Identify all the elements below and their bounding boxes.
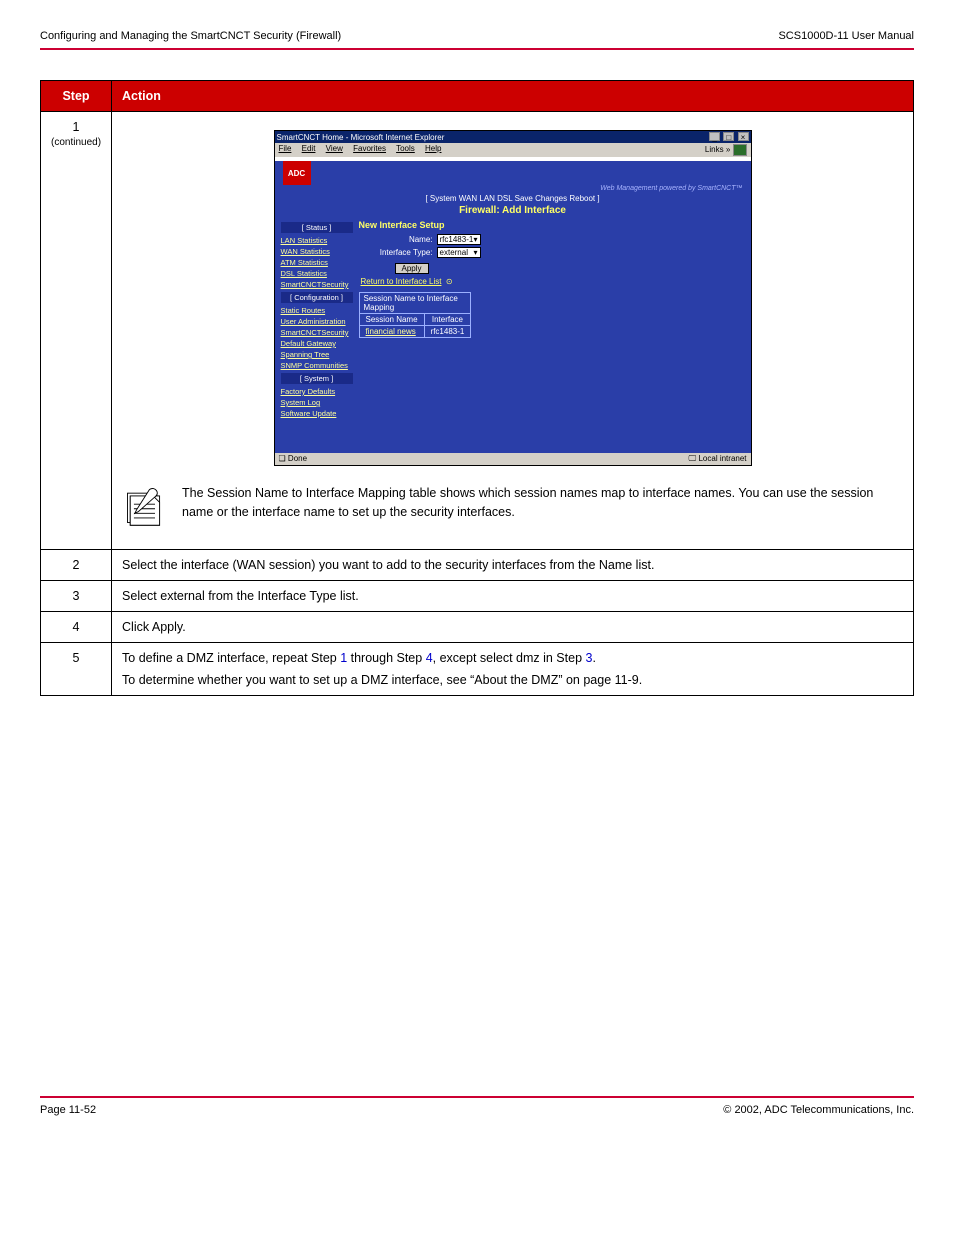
done-icon: ❏ [279, 454, 286, 463]
header-right: SCS1000D-11 User Manual [778, 30, 914, 42]
sidebar-item-syslog[interactable]: System Log [281, 397, 353, 408]
return-link[interactable]: Return to Interface List [361, 277, 442, 286]
minimize-icon[interactable]: _ [709, 132, 720, 141]
footer-left: Page 11-52 [40, 1104, 96, 1116]
step-action: Select external from the Interface Type … [112, 581, 914, 612]
step-action: To define a DMZ interface, repeat Step 1… [112, 643, 914, 696]
procedure-table: Step Action 1 (continued) SmartCNCT Home… [40, 80, 914, 696]
step-number: 4 [41, 612, 112, 643]
col-step: Step [41, 81, 112, 112]
top-nav[interactable]: [ System WAN LAN DSL Save Changes Reboot… [275, 194, 751, 203]
window-title: SmartCNCT Home - Microsoft Internet Expl… [277, 133, 445, 142]
step-action: Click Apply. [112, 612, 914, 643]
mapping-caption: Session Name to Interface Mapping [359, 292, 472, 313]
mapping-h1: Session Name [359, 314, 424, 326]
step-number: 1 (continued) [41, 112, 112, 550]
chevron-down-icon: ▾ [474, 235, 478, 244]
mapping-session[interactable]: financial news [359, 326, 424, 338]
note-icon [122, 484, 170, 531]
go-icon[interactable] [733, 144, 747, 156]
tagline: Web Management powered by SmartCNCT™ [275, 185, 751, 192]
page-header: Configuring and Managing the SmartCNCT S… [40, 0, 914, 50]
note-text: The Session Name to Interface Mapping ta… [182, 484, 903, 522]
menu-file[interactable]: File [279, 144, 292, 153]
apply-button[interactable]: Apply [395, 263, 429, 274]
sidebar-item-snmp[interactable]: SNMP Communities [281, 360, 353, 371]
sidebar-item-defgw[interactable]: Default Gateway [281, 338, 353, 349]
menu-favorites[interactable]: Favorites [353, 144, 386, 153]
zone-icon: 🖵 [689, 454, 697, 463]
iftype-select[interactable]: external▾ [437, 247, 481, 258]
step-number: 3 [41, 581, 112, 612]
close-icon[interactable]: × [738, 132, 749, 141]
name-label: Name: [359, 235, 437, 244]
step-action: SmartCNCT Home - Microsoft Internet Expl… [112, 112, 914, 550]
sidebar-item-lanstats[interactable]: LAN Statistics [281, 235, 353, 246]
page-content: ADC Web Management powered by SmartCNCT™… [275, 161, 751, 453]
status-done: Done [288, 454, 307, 463]
step-action: Select the interface (WAN session) you w… [112, 550, 914, 581]
page-title: Firewall: Add Interface [275, 205, 751, 216]
note-block: The Session Name to Interface Mapping ta… [122, 484, 903, 531]
step-number: 5 [41, 643, 112, 696]
row-name: Name: rfc1483-1▾ [359, 234, 745, 245]
table-row: 2 Select the interface (WAN session) you… [41, 550, 914, 581]
table-row: 5 To define a DMZ interface, repeat Step… [41, 643, 914, 696]
menu-edit[interactable]: Edit [302, 144, 316, 153]
sidebar-item-swupdate[interactable]: Software Update [281, 408, 353, 419]
browser-screenshot: SmartCNCT Home - Microsoft Internet Expl… [274, 130, 752, 466]
adc-logo: ADC [283, 161, 311, 185]
panel-heading: New Interface Setup [359, 220, 745, 230]
table-header-row: Step Action [41, 81, 914, 112]
sidebar-item-dslstats[interactable]: DSL Statistics [281, 268, 353, 279]
chevron-down-icon: ▾ [474, 248, 478, 257]
row-iftype: Interface Type: external▾ [359, 247, 745, 258]
sidebar-item-spanning[interactable]: Spanning Tree [281, 349, 353, 360]
mapping-h2: Interface [424, 314, 471, 326]
mapping-interface: rfc1483-1 [424, 326, 471, 338]
page-footer: Page 11-52 © 2002, ADC Telecommunication… [40, 1096, 914, 1146]
browser-statusbar: ❏ Done 🖵 Local intranet [275, 453, 751, 465]
menu-tools[interactable]: Tools [396, 144, 415, 153]
footer-right: © 2002, ADC Telecommunications, Inc. [723, 1104, 914, 1116]
sidebar-item-staticroutes[interactable]: Static Routes [281, 305, 353, 316]
main-panel: New Interface Setup Name: rfc1483-1▾ I [359, 220, 745, 419]
sidebar-section-system: [ System ] [281, 373, 353, 384]
sidebar: [ Status ] LAN Statistics WAN Statistics… [281, 220, 353, 419]
status-zone: Local intranet [698, 454, 746, 463]
links-label: Links [705, 145, 724, 154]
maximize-icon[interactable]: □ [723, 132, 734, 141]
sidebar-section-config: [ Configuration ] [281, 292, 353, 303]
table-row: financial news rfc1483-1 [359, 326, 471, 338]
xref-link[interactable]: 4 [426, 651, 433, 665]
sidebar-item-security2[interactable]: SmartCNCTSecurity [281, 327, 353, 338]
sidebar-item-useradmin[interactable]: User Administration [281, 316, 353, 327]
mapping-table: Session Name to Interface Mapping Sessio… [359, 292, 472, 338]
page-body: Step Action 1 (continued) SmartCNCT Home… [0, 50, 954, 696]
sidebar-item-atmstats[interactable]: ATM Statistics [281, 257, 353, 268]
col-action: Action [112, 81, 914, 112]
sidebar-item-wanstats[interactable]: WAN Statistics [281, 246, 353, 257]
table-row: 3 Select external from the Interface Typ… [41, 581, 914, 612]
sidebar-item-factory[interactable]: Factory Defaults [281, 386, 353, 397]
menu-help[interactable]: Help [425, 144, 441, 153]
iftype-label: Interface Type: [359, 248, 437, 257]
window-controls: _ □ × [708, 132, 748, 142]
sidebar-item-security1[interactable]: SmartCNCTSecurity [281, 279, 353, 290]
browser-menubar: File Edit View Favorites Tools Help Link… [275, 143, 751, 157]
table-row: 1 (continued) SmartCNCT Home - Microsoft… [41, 112, 914, 550]
name-select[interactable]: rfc1483-1▾ [437, 234, 481, 245]
step-number: 2 [41, 550, 112, 581]
menu-view[interactable]: View [326, 144, 343, 153]
header-left: Configuring and Managing the SmartCNCT S… [40, 30, 341, 42]
sidebar-section-status: [ Status ] [281, 222, 353, 233]
table-row: 4 Click Apply. [41, 612, 914, 643]
window-titlebar: SmartCNCT Home - Microsoft Internet Expl… [275, 131, 751, 143]
